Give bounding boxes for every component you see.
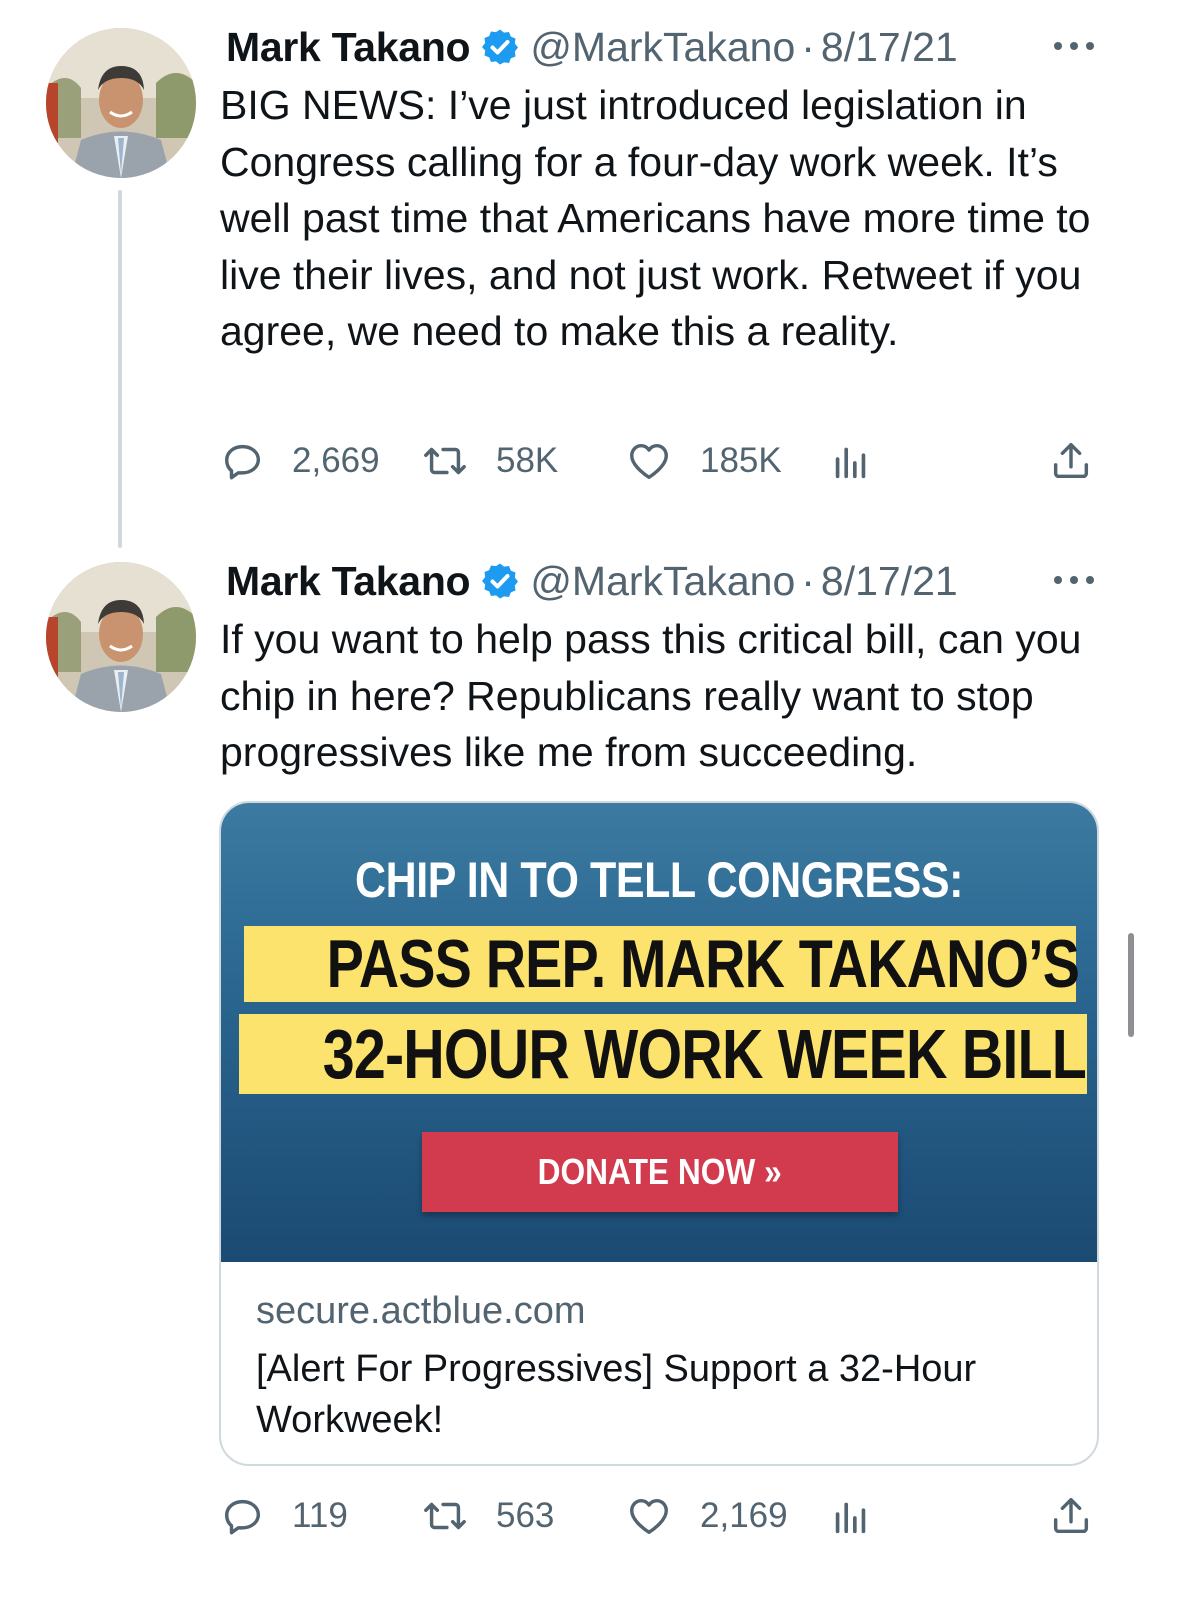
like-count: 185K bbox=[700, 441, 782, 480]
reply-count: 2,669 bbox=[292, 441, 380, 480]
more-options-icon[interactable] bbox=[1054, 574, 1094, 586]
reply-icon bbox=[224, 1499, 261, 1535]
retweet-icon bbox=[424, 447, 466, 475]
card-title: [Alert For Progressives] Support a 32-Ho… bbox=[256, 1348, 977, 1441]
banner-highlight-line: 32-HOUR WORK WEEK BILL bbox=[239, 1014, 1087, 1094]
like-count: 2,169 bbox=[700, 1496, 788, 1535]
donate-now-button: DONATE NOW » bbox=[422, 1132, 898, 1212]
donate-button-label: DONATE NOW » bbox=[537, 1151, 783, 1192]
banner-highlight-text: 32-HOUR WORK WEEK BILL bbox=[322, 1015, 1087, 1093]
share-button[interactable] bbox=[1048, 436, 1094, 486]
like-button[interactable]: 185K bbox=[626, 436, 782, 486]
share-icon bbox=[1053, 1497, 1089, 1534]
verified-badge-icon bbox=[480, 27, 520, 67]
scrollbar[interactable] bbox=[1128, 933, 1134, 1037]
analytics-button[interactable] bbox=[828, 1491, 874, 1541]
like-icon bbox=[630, 443, 668, 480]
retweet-icon bbox=[424, 1502, 466, 1530]
author-handle[interactable]: @MarkTakano bbox=[530, 24, 795, 71]
card-domain: secure.actblue.com bbox=[256, 1290, 586, 1332]
banner-highlight-text: PASS REP. MARK TAKANO’S bbox=[326, 926, 1080, 1002]
tweet-text: If you want to help pass this critical b… bbox=[220, 616, 1082, 775]
author-name[interactable]: Mark Takano bbox=[226, 558, 471, 605]
tweet-header: Mark Takano @MarkTakano · 8/17/21 bbox=[226, 22, 958, 72]
analytics-icon bbox=[835, 447, 866, 479]
more-options-icon[interactable] bbox=[1054, 40, 1094, 52]
profile-photo bbox=[46, 28, 196, 178]
reply-button[interactable]: 2,669 bbox=[220, 436, 380, 486]
thread-connector-line bbox=[118, 190, 122, 548]
tweet-date[interactable]: 8/17/21 bbox=[821, 24, 958, 71]
reply-button[interactable]: 119 bbox=[220, 1491, 348, 1541]
retweet-count: 58K bbox=[496, 441, 559, 480]
reply-count: 119 bbox=[292, 1496, 348, 1535]
card-banner-image: CHIP IN TO TELL CONGRESS: PASS REP. MARK… bbox=[221, 803, 1097, 1262]
like-button[interactable]: 2,169 bbox=[626, 1491, 788, 1541]
tweet-header: Mark Takano @MarkTakano · 8/17/21 bbox=[226, 556, 958, 606]
share-icon bbox=[1053, 442, 1089, 479]
tweet-actions: 2,669 58K 185K bbox=[220, 436, 1095, 486]
retweet-button[interactable]: 563 bbox=[422, 1491, 554, 1541]
share-button[interactable] bbox=[1048, 1491, 1094, 1541]
separator-dot: · bbox=[801, 557, 815, 604]
tweet-date[interactable]: 8/17/21 bbox=[821, 558, 958, 605]
author-name[interactable]: Mark Takano bbox=[226, 24, 471, 71]
retweet-count: 563 bbox=[496, 1496, 555, 1535]
analytics-button[interactable] bbox=[828, 436, 874, 486]
analytics-icon bbox=[835, 1502, 866, 1534]
avatar[interactable] bbox=[46, 562, 196, 712]
tweet-actions: 119 563 2,169 bbox=[220, 1491, 1095, 1541]
retweet-button[interactable]: 58K bbox=[422, 436, 558, 486]
profile-photo bbox=[46, 562, 196, 712]
banner-highlight-line: PASS REP. MARK TAKANO’S bbox=[244, 926, 1080, 1002]
avatar[interactable] bbox=[46, 28, 196, 178]
separator-dot: · bbox=[801, 23, 815, 70]
banner-headline: CHIP IN TO TELL CONGRESS: bbox=[354, 852, 964, 908]
verified-badge-icon bbox=[480, 561, 520, 601]
like-icon bbox=[630, 1498, 668, 1535]
author-handle[interactable]: @MarkTakano bbox=[530, 558, 795, 605]
reply-icon bbox=[224, 444, 261, 480]
link-card[interactable]: CHIP IN TO TELL CONGRESS: PASS REP. MARK… bbox=[219, 801, 1099, 1466]
tweet-text: BIG NEWS: I’ve just introduced legislati… bbox=[220, 82, 1091, 354]
